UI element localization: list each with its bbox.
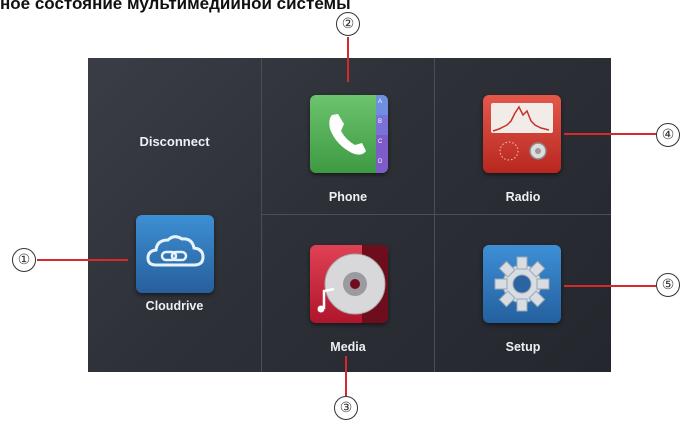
phone-button[interactable]: A B C D	[310, 95, 388, 173]
radio-icon	[491, 103, 553, 161]
index-letter: A	[378, 99, 383, 105]
app-label: Cloudrive	[145, 299, 204, 313]
callout-4: ④	[656, 123, 680, 147]
app-label: Phone	[328, 190, 368, 204]
cloud-link-icon	[146, 235, 205, 267]
setup-button[interactable]	[483, 245, 561, 323]
cloudrive-button[interactable]	[136, 215, 214, 293]
divider	[261, 58, 262, 372]
index-letter: C	[378, 139, 383, 145]
index-letter: B	[378, 119, 383, 125]
phone-icon	[329, 95, 388, 173]
index-letter: D	[378, 159, 383, 165]
radio-button[interactable]	[483, 95, 561, 173]
media-button[interactable]	[310, 245, 388, 323]
callout-line	[347, 37, 349, 82]
app-label: Radio	[505, 190, 541, 204]
callout-3: ③	[334, 396, 358, 420]
callout-line	[564, 285, 656, 287]
app-label: Setup	[505, 340, 541, 354]
callout-line	[37, 259, 128, 261]
callout-line	[345, 356, 347, 396]
callout-1: ①	[12, 248, 36, 272]
callout-5: ⑤	[656, 273, 680, 297]
app-label: Media	[330, 340, 366, 354]
callout-line	[564, 133, 656, 135]
gear-icon	[494, 256, 550, 312]
cloudrive-panel: Disconnect Cloudrive	[88, 58, 261, 372]
media-disc-icon	[317, 245, 388, 323]
divider	[262, 214, 611, 215]
divider	[434, 58, 435, 372]
callout-2: ②	[336, 12, 360, 36]
disconnect-status[interactable]: Disconnect	[88, 134, 261, 149]
multimedia-screen: Disconnect Cloudrive A B C D Phone Radio…	[88, 58, 611, 372]
